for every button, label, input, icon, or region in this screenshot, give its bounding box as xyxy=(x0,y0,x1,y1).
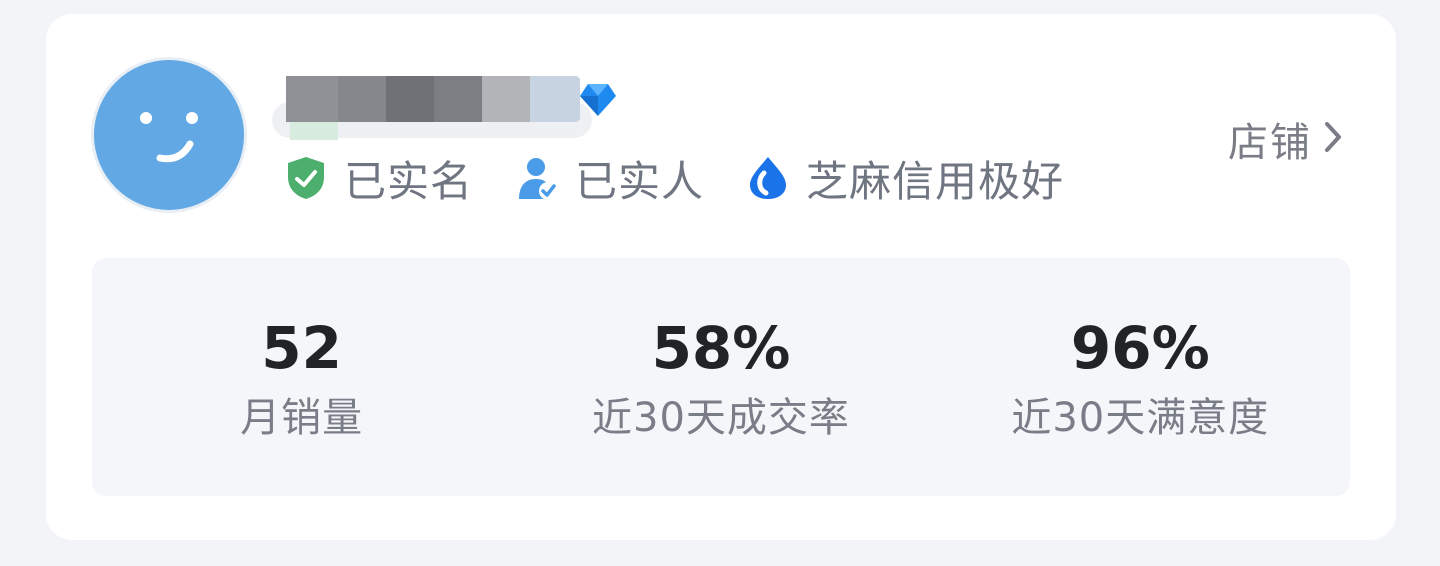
badge-sesame-credit: 芝麻信用极好 xyxy=(746,148,1064,209)
stat-monthly-sales: 52 月销量 xyxy=(92,258,511,496)
verification-badges: 已实名 已实人 芝麻信用极好 xyxy=(284,150,1106,206)
shield-check-icon xyxy=(284,155,328,201)
seller-stats-panel: 52 月销量 58% 近30天成交率 96% 近30天满意度 xyxy=(92,258,1350,496)
seller-name-redacted xyxy=(276,72,586,126)
seller-avatar[interactable] xyxy=(94,60,244,210)
shop-link[interactable]: 店铺 xyxy=(1228,110,1344,168)
sesame-credit-icon xyxy=(746,155,790,201)
stat-label: 近30天成交率 xyxy=(592,395,850,441)
seller-card: 已实名 已实人 芝麻信用极好 店铺 52 月销量 58% 近30天成交率 96%… xyxy=(46,14,1396,540)
stat-value: 96% xyxy=(1070,314,1210,382)
stat-satisfaction: 96% 近30天满意度 xyxy=(931,258,1350,496)
chevron-right-icon xyxy=(1322,120,1344,158)
badge-real-person: 已实人 xyxy=(515,148,704,209)
badge-sesame-credit-label: 芝麻信用极好 xyxy=(806,156,1065,206)
stat-value: 58% xyxy=(651,314,791,382)
stat-label: 月销量 xyxy=(240,395,364,441)
diamond-icon xyxy=(578,78,618,120)
badge-real-person-label: 已实人 xyxy=(575,156,705,206)
badge-real-name-label: 已实名 xyxy=(344,156,474,206)
shop-link-label: 店铺 xyxy=(1228,120,1312,166)
stat-value: 52 xyxy=(261,314,343,382)
person-verified-icon xyxy=(515,155,559,201)
smiley-face-icon xyxy=(140,112,198,163)
stat-deal-rate: 58% 近30天成交率 xyxy=(511,258,930,496)
stat-label: 近30天满意度 xyxy=(1011,395,1270,441)
badge-real-name: 已实名 xyxy=(284,148,473,209)
